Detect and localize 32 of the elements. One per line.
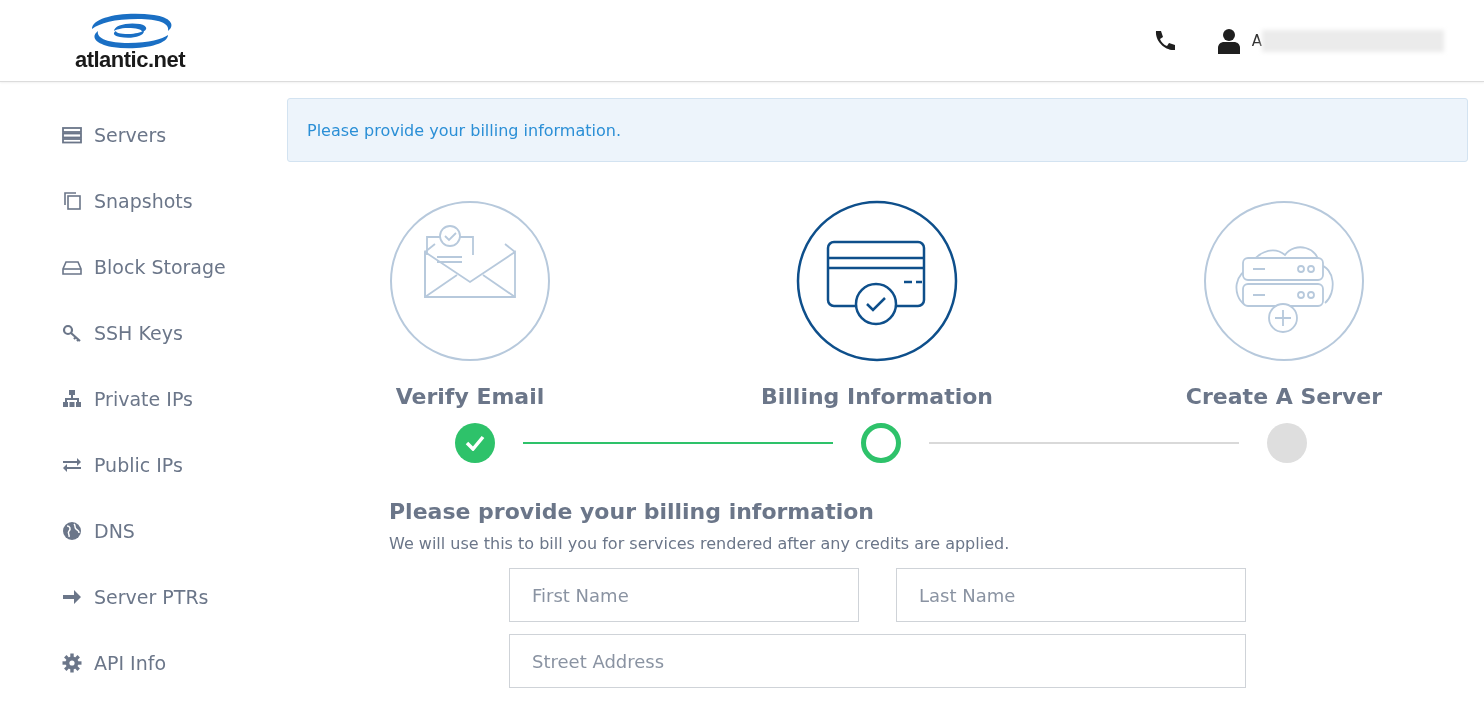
sidebar-item[interactable]: DNS — [0, 498, 287, 564]
sidebar-item[interactable]: API Info — [0, 630, 287, 696]
sidebar-item[interactable]: Server PTRs — [0, 564, 287, 630]
sitemap-icon — [62, 389, 82, 409]
user-icon[interactable] — [1217, 27, 1240, 54]
sidebar-item[interactable]: Snapshots — [0, 168, 287, 234]
info-alert: Please provide your billing information. — [287, 98, 1468, 162]
envelope-icon — [389, 200, 551, 362]
sidebar-item[interactable]: Private IPs — [0, 366, 287, 432]
logo-text: atlantic.net — [74, 48, 186, 71]
key-icon — [62, 323, 82, 343]
arrow-icon — [62, 587, 82, 607]
form-subtitle: We will use this to bill you for services rendered after any credits are applied. — [389, 534, 1011, 553]
user-name[interactable]: A — [1251, 31, 1262, 50]
credit-card-icon — [796, 200, 958, 362]
copy-icon — [62, 191, 82, 211]
gear-icon — [62, 653, 82, 673]
input-field[interactable]: Street Address — [509, 634, 1246, 688]
cloud-server-icon — [1203, 200, 1365, 362]
input-field[interactable]: Last Name — [896, 568, 1246, 622]
step-label: Create A Server — [1185, 384, 1383, 409]
sidebar-item[interactable]: Servers — [0, 102, 287, 168]
step-label: Verify Email — [395, 384, 545, 409]
sidebar-item[interactable]: SSH Keys — [0, 300, 287, 366]
step-label: Billing Information — [761, 384, 993, 409]
globe-icon — [62, 521, 82, 541]
check-icon — [465, 435, 485, 451]
server-icon — [62, 125, 82, 145]
form-title: Please provide your billing information — [389, 499, 875, 524]
sidebar-item[interactable]: Public IPs — [0, 432, 287, 498]
input-field[interactable]: First Name — [509, 568, 859, 622]
sidebar-item[interactable]: Block Storage — [0, 234, 287, 300]
